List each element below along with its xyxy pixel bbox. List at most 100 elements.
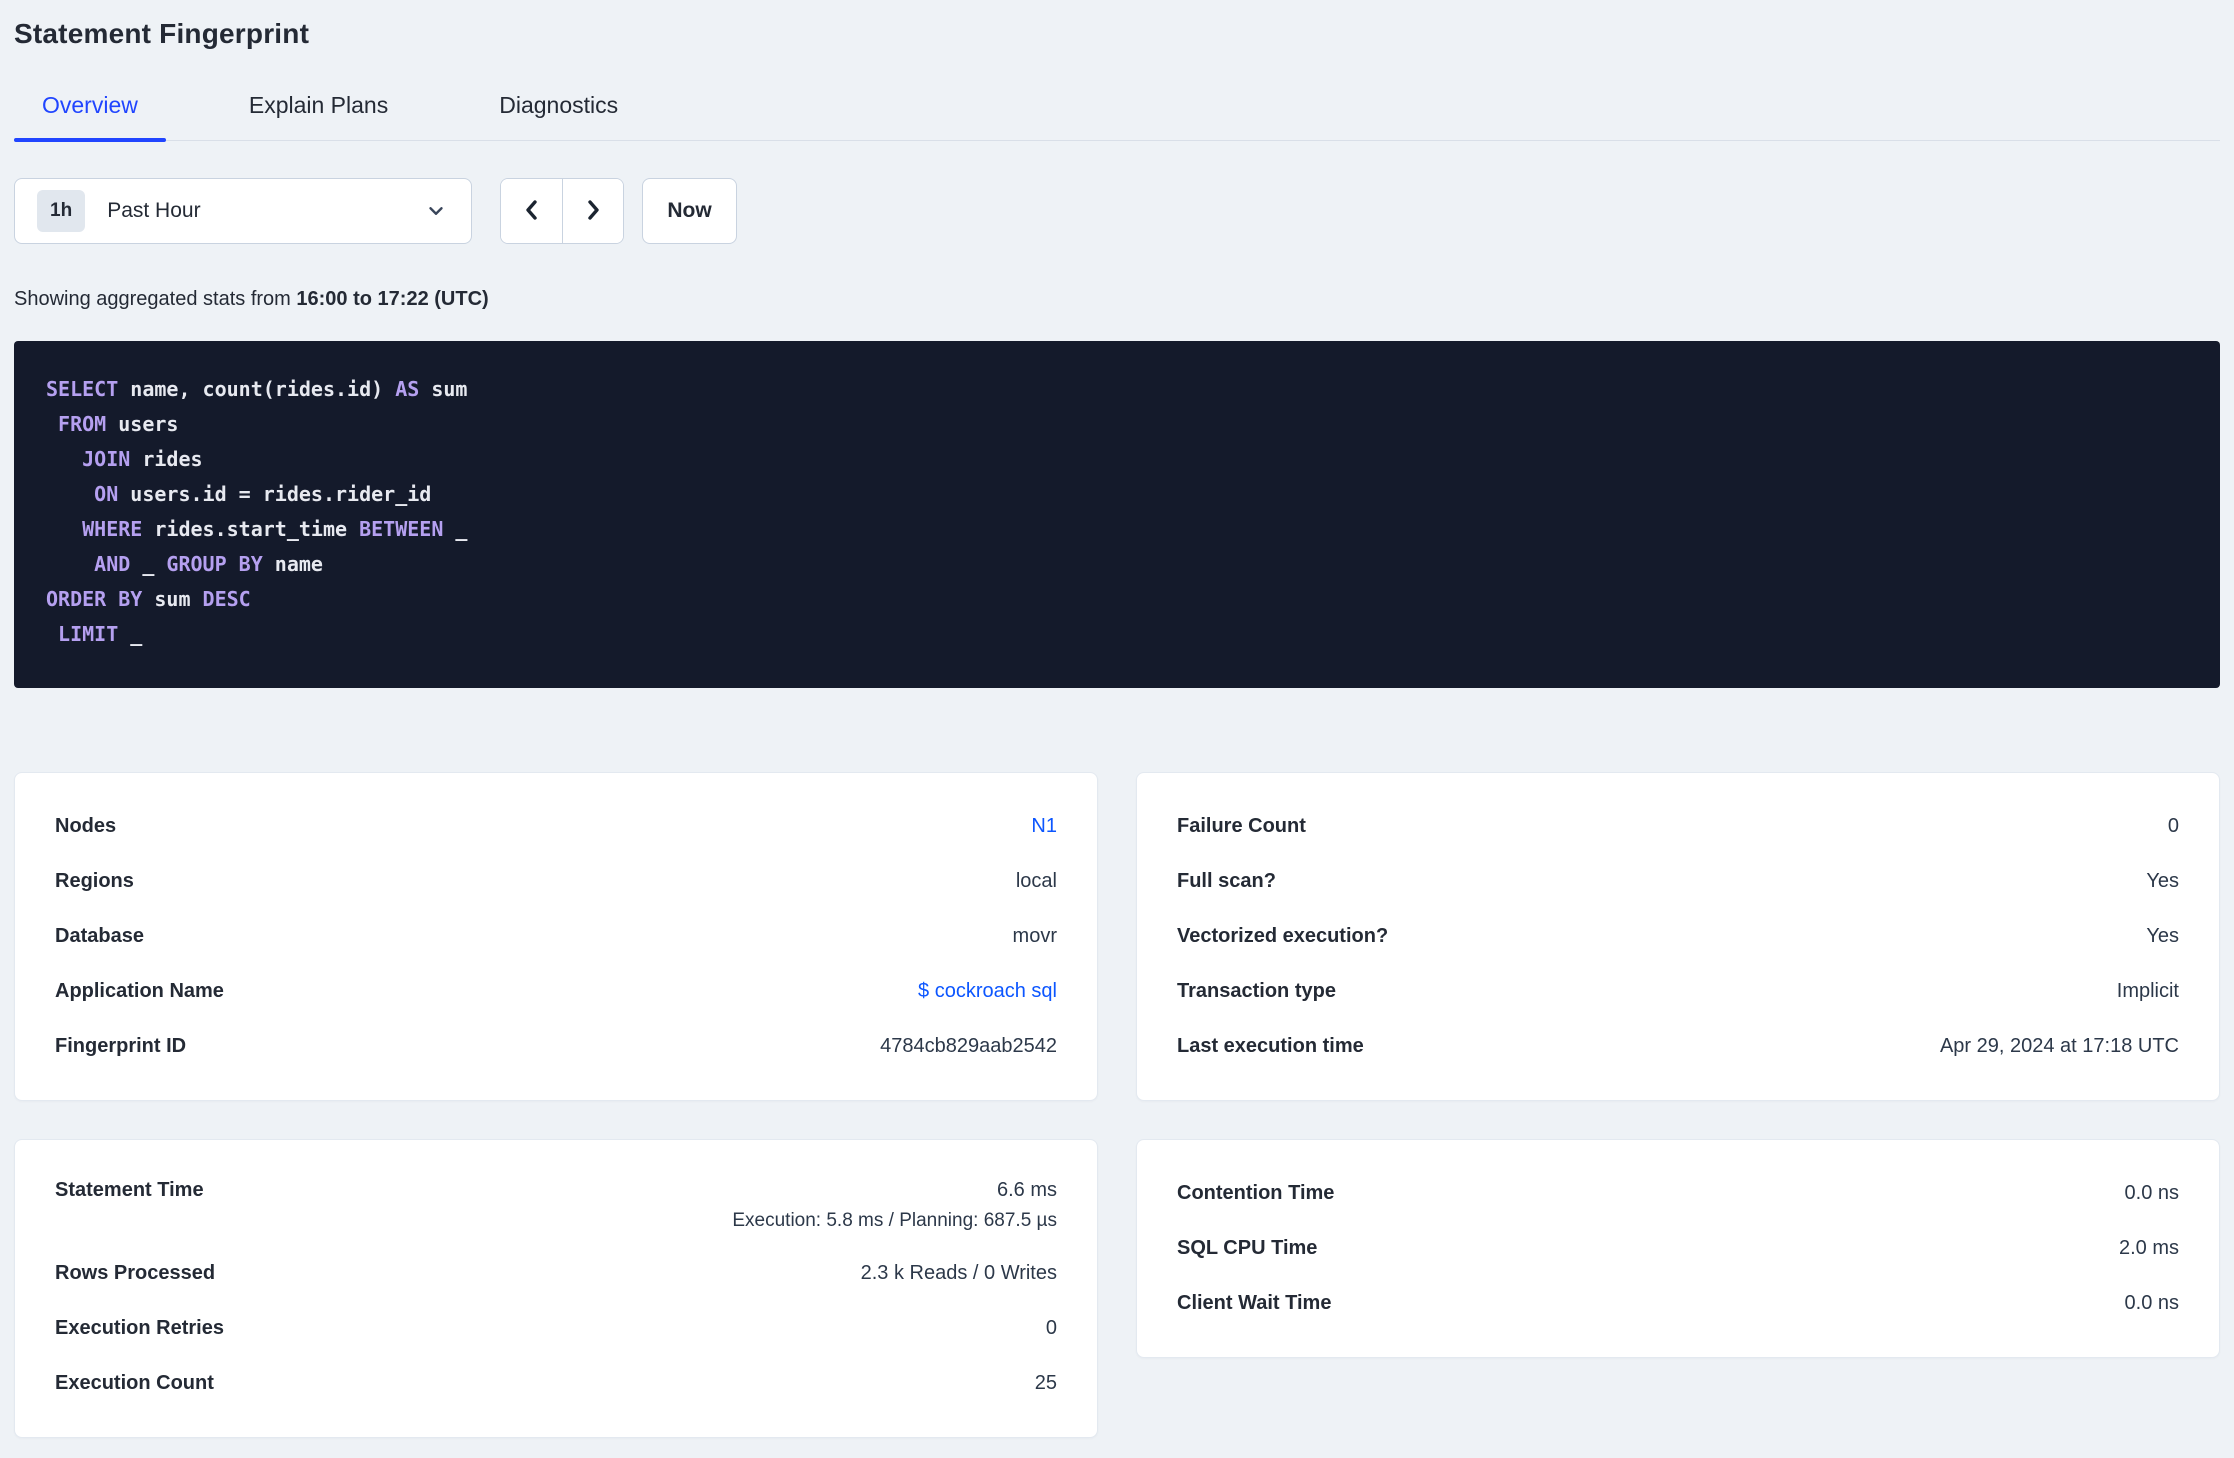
sql-line: ORDER BY sum DESC	[46, 582, 2188, 617]
row-label: Database	[55, 925, 144, 947]
card-row: Client Wait Time 0.0 ns	[1177, 1276, 2179, 1331]
row-label: Execution Count	[55, 1372, 214, 1394]
row-label: Transaction type	[1177, 980, 1336, 1002]
row-label: Vectorized execution?	[1177, 925, 1389, 947]
sql-text: rides	[130, 447, 203, 471]
sql-text: name	[262, 552, 323, 576]
row-value-wrap: local	[1016, 870, 1057, 893]
row-label: Fingerprint ID	[55, 1035, 187, 1057]
card-row: Fingerprint ID 4784cb829aab2542	[55, 1019, 1057, 1074]
row-value: 0	[2167, 815, 2179, 837]
row-label: Execution Retries	[55, 1317, 224, 1339]
sql-keyword: WHERE	[82, 517, 143, 541]
chevron-right-icon	[581, 197, 605, 226]
sql-text: name, count(rides.id)	[118, 377, 396, 401]
row-value: local	[1015, 870, 1057, 892]
row-label: Last execution time	[1177, 1035, 1364, 1057]
aggregated-stats-summary: Showing aggregated stats from 16:00 to 1…	[14, 288, 2220, 311]
card-row: Nodes N1	[55, 799, 1057, 854]
row-value: 0.0 ns	[2124, 1292, 2179, 1314]
row-value: Apr 29, 2024 at 17:18 UTC	[1939, 1035, 2179, 1057]
card-statement-details: Nodes N1 Regions local Database movr Applicati…	[14, 772, 1098, 1101]
sql-text: sum	[419, 377, 468, 401]
card-row: Regions local	[55, 854, 1057, 909]
next-time-button[interactable]	[562, 179, 623, 243]
row-value: 2.0 ms	[2118, 1237, 2179, 1259]
card-row: Execution Count 25	[55, 1356, 1057, 1411]
row-value-wrap: $ cockroach sql	[918, 980, 1057, 1003]
chevron-down-icon	[425, 200, 447, 222]
chevron-left-icon	[520, 197, 544, 226]
row-value-link[interactable]: $ cockroach sql	[918, 980, 1057, 1003]
sql-keyword: BETWEEN	[359, 517, 444, 541]
card-row: Transaction type Implicit	[1177, 964, 2179, 1019]
row-label: Client Wait Time	[1177, 1292, 1332, 1314]
row-value: 0.0 ns	[2124, 1182, 2179, 1204]
sql-line: AND _ GROUP BY name	[46, 547, 2188, 582]
tabs: Overview Explain Plans Diagnostics	[14, 92, 2220, 142]
summary-time-range: 16:00 to 17:22 (UTC)	[296, 288, 489, 310]
row-value-wrap: N1	[1031, 815, 1057, 838]
summary-prefix: Showing aggregated stats from	[14, 288, 297, 310]
row-value-wrap: Yes	[2146, 870, 2179, 893]
sql-code-block: SELECT name, count(rides.id) AS sum FROM…	[14, 341, 2220, 688]
row-value-wrap: 0	[2168, 815, 2179, 838]
tab-explain-plans[interactable]: Explain Plans	[221, 92, 416, 140]
row-value-wrap: 4784cb829aab2542	[880, 1035, 1057, 1058]
time-range-label: Past Hour	[107, 199, 201, 222]
row-value-wrap: Implicit	[2117, 980, 2179, 1003]
row-label: Failure Count	[1177, 815, 1306, 837]
sql-keyword: GROUP BY	[166, 552, 263, 576]
row-value: Yes	[2146, 925, 2179, 947]
row-value: Yes	[2146, 870, 2179, 892]
sql-text: _	[443, 517, 468, 541]
row-value-wrap: 0	[1046, 1317, 1057, 1340]
card-row: Vectorized execution? Yes	[1177, 909, 2179, 964]
sql-text: _	[130, 552, 167, 576]
sql-keyword: LIMIT	[58, 622, 119, 646]
now-button[interactable]: Now	[642, 178, 737, 244]
prev-time-button[interactable]	[501, 179, 562, 243]
tab-diagnostics[interactable]: Diagnostics	[471, 92, 646, 140]
row-subvalue: Execution: 5.8 ms / Planning: 687.5 µs	[732, 1210, 1057, 1231]
time-range-badge: 1h	[37, 190, 86, 232]
row-value-wrap: 0.0 ns	[2125, 1182, 2179, 1205]
sql-keyword: ORDER BY	[46, 587, 143, 611]
row-value-wrap: 2.3 k Reads / 0 Writes	[861, 1262, 1057, 1285]
sql-line: JOIN rides	[46, 442, 2188, 477]
sql-keyword: FROM	[58, 412, 107, 436]
row-value: movr	[1012, 925, 1057, 947]
row-value-link[interactable]: N1	[1031, 815, 1057, 838]
card-row: Contention Time 0.0 ns	[1177, 1166, 2179, 1221]
row-value-wrap: Yes	[2146, 925, 2179, 948]
card-wait-times: Contention Time 0.0 ns SQL CPU Time 2.0 ms C…	[1136, 1139, 2220, 1358]
card-row: Application Name $ cockroach sql	[55, 964, 1057, 1019]
row-value: 25	[1034, 1372, 1057, 1394]
card-row: Failure Count 0	[1177, 799, 2179, 854]
sql-line: SELECT name, count(rides.id) AS sum	[46, 372, 2188, 407]
sql-keyword: JOIN	[82, 447, 131, 471]
row-value: 6.6 ms	[996, 1179, 1057, 1201]
card-row: Statement Time 6.6 ms Execution: 5.8 ms / …	[55, 1166, 1057, 1246]
page-title: Statement Fingerprint	[14, 18, 310, 49]
sql-line: LIMIT _	[46, 617, 2188, 652]
card-row: Execution Retries 0	[55, 1301, 1057, 1356]
row-label: Statement Time	[55, 1179, 204, 1201]
card-row: SQL CPU Time 2.0 ms	[1177, 1221, 2179, 1276]
time-range-dropdown[interactable]: 1h Past Hour	[14, 178, 472, 244]
card-row: Last execution time Apr 29, 2024 at 17:18…	[1177, 1019, 2179, 1074]
card-row: Database movr	[55, 909, 1057, 964]
row-value: 2.3 k Reads / 0 Writes	[860, 1262, 1057, 1284]
row-value-wrap: movr	[1013, 925, 1057, 948]
sql-keyword: AS	[395, 377, 420, 401]
sql-keyword: DESC	[202, 587, 251, 611]
time-controls: 1h Past Hour Now	[14, 178, 2220, 244]
card-execution-attributes: Failure Count 0 Full scan? Yes Vectorized ex…	[1136, 772, 2220, 1101]
sql-line: WHERE rides.start_time BETWEEN _	[46, 512, 2188, 547]
sql-text: users.id = rides.rider_id	[118, 482, 432, 506]
tab-overview[interactable]: Overview	[14, 92, 166, 142]
